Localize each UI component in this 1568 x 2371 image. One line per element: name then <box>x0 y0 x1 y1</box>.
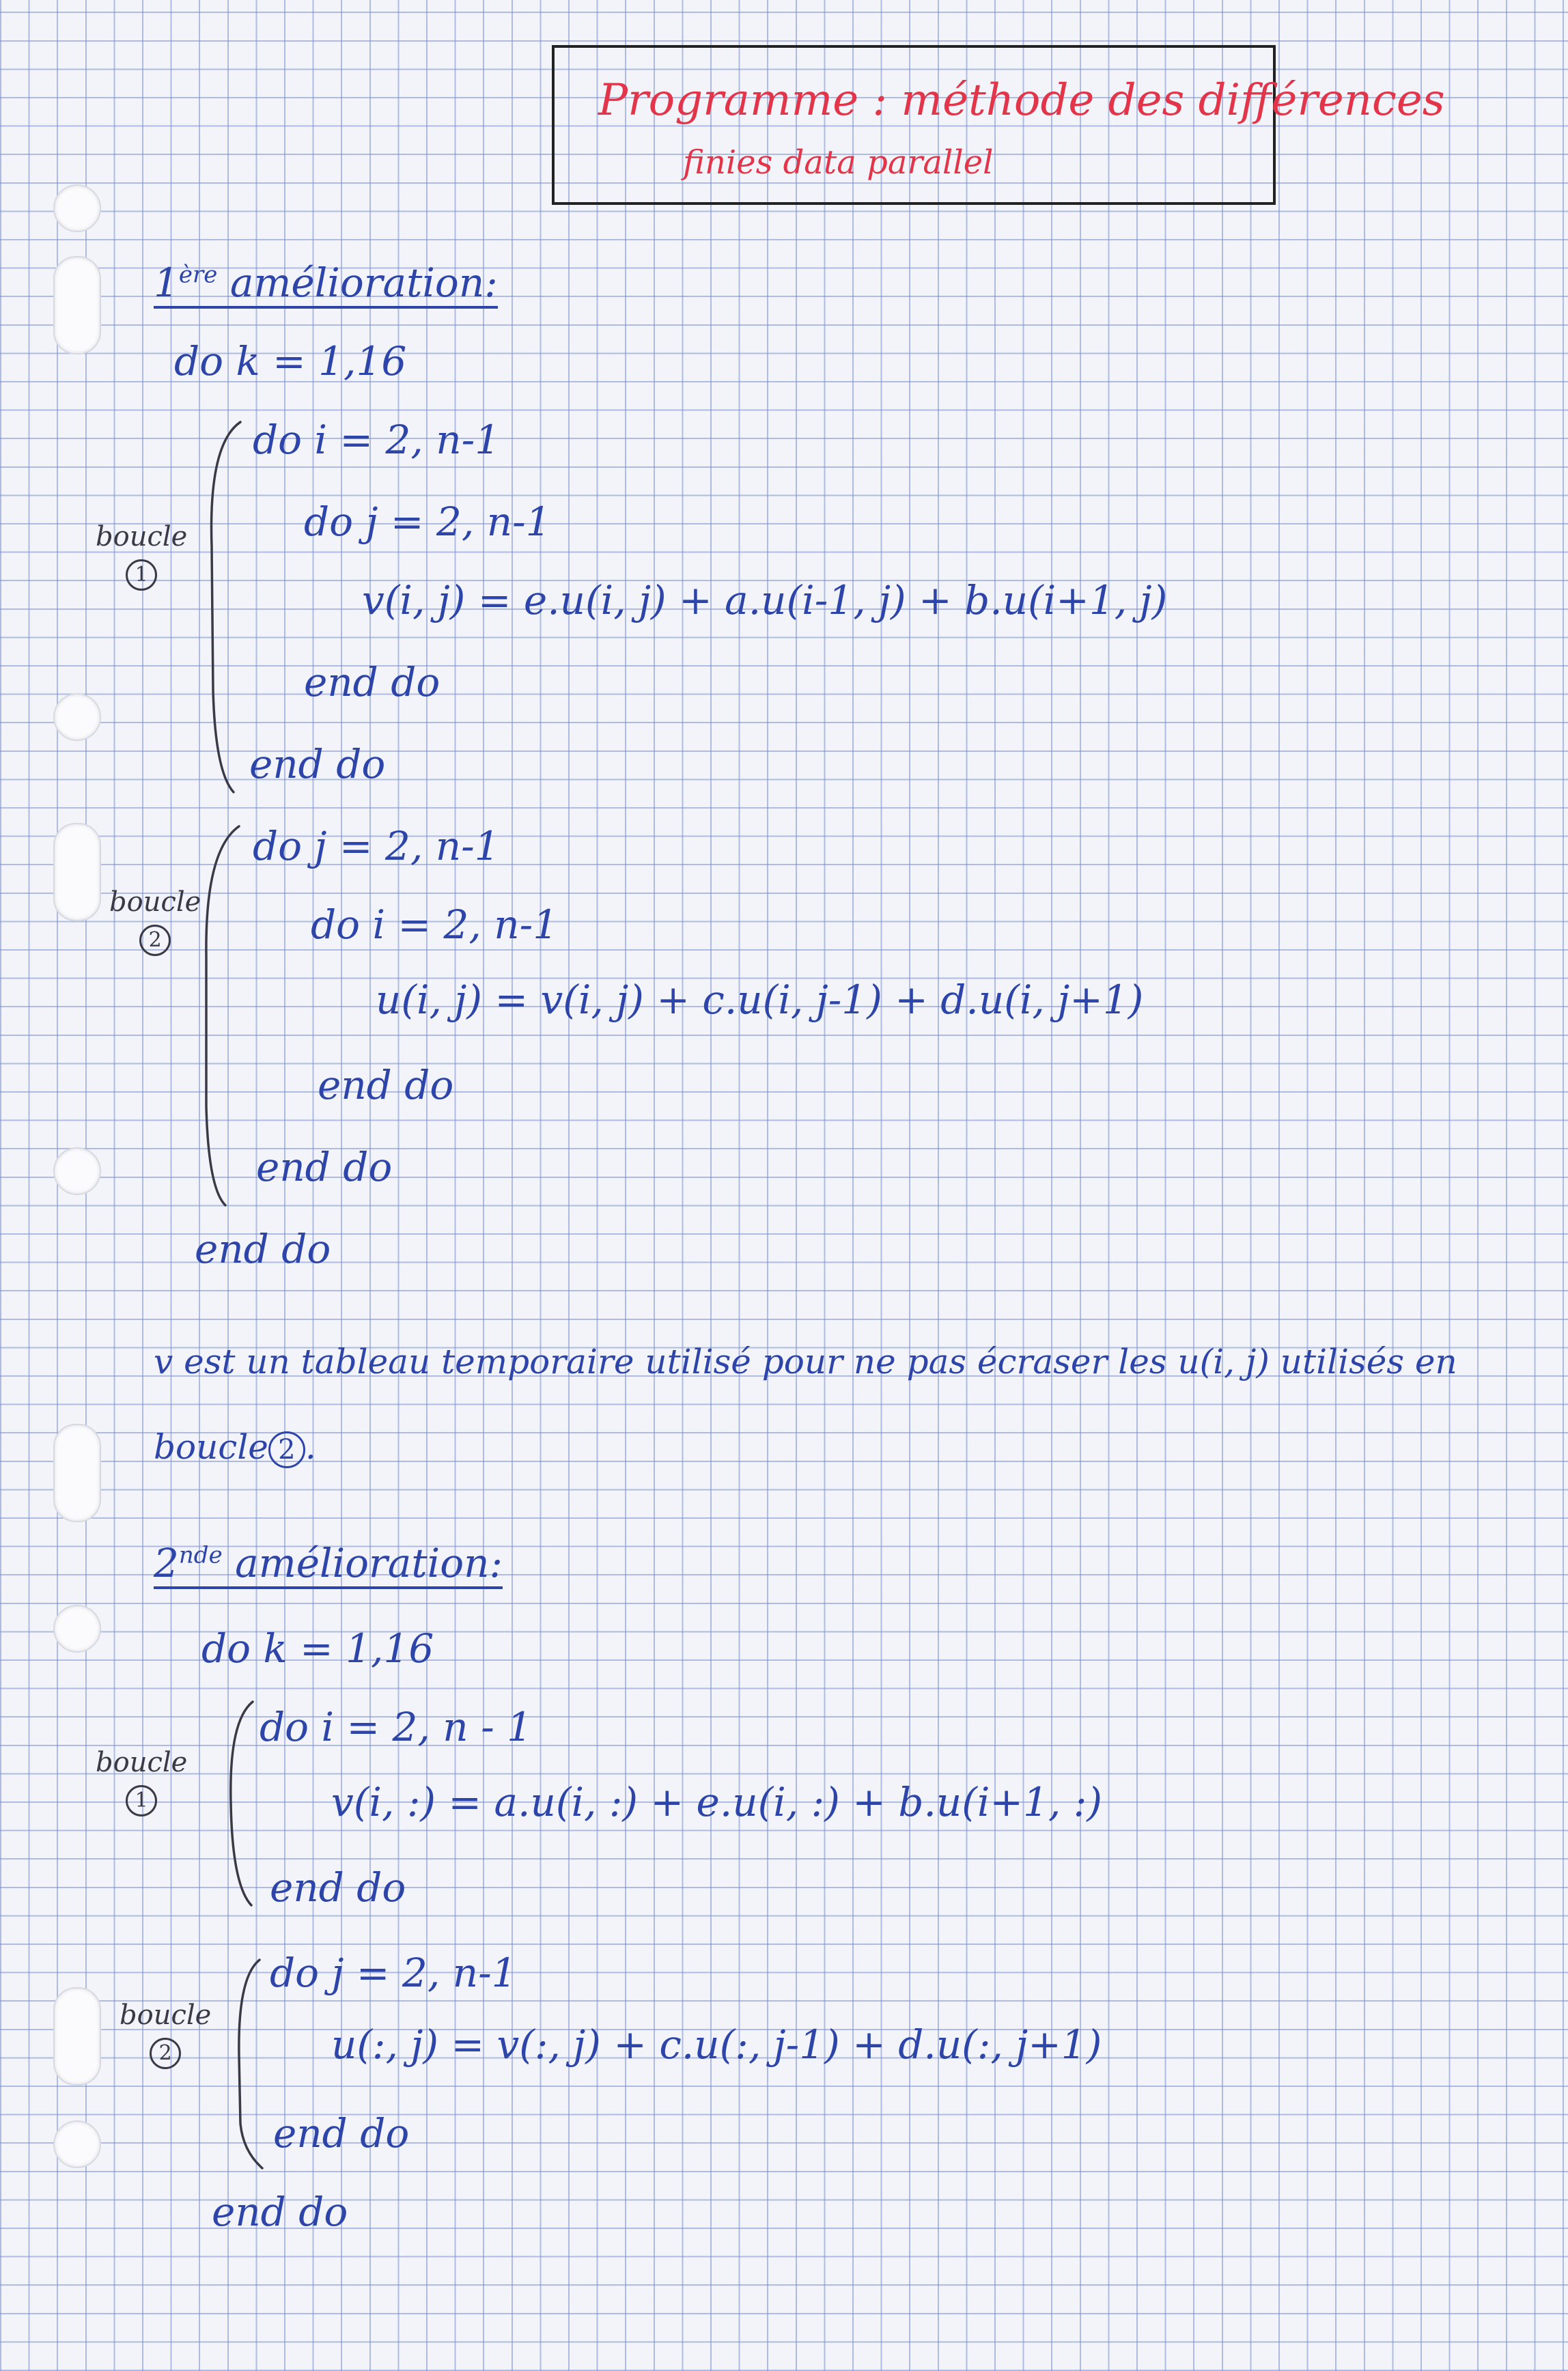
s2-loop2-line3: end do <box>273 2110 410 2157</box>
s1-loop1-line4: end do <box>304 659 440 705</box>
section1-outer-do: do k = 1,16 <box>174 338 407 384</box>
s1-loop2-line1: do j = 2, n-1 <box>253 823 500 869</box>
bracket-loop2-s2 <box>238 1959 264 2170</box>
section2-outer-do: do k = 1,16 <box>201 1625 434 1672</box>
section2-heading: 2nde amélioration: <box>154 1540 503 1589</box>
loop2-label-text: boucle <box>109 886 201 918</box>
section1-heading-sup: ère <box>178 261 218 289</box>
section1-heading: 1ère amélioration: <box>154 259 498 309</box>
section1-outer-end: end do <box>195 1226 331 1272</box>
s2-loop1-line3: end do <box>270 1864 406 1911</box>
section2-heading-number: 2 <box>154 1540 179 1586</box>
s2-loop1-line1: do i = 2, n - 1 <box>260 1704 533 1750</box>
loop2-label-s2: boucle 2 <box>120 1997 211 2069</box>
s1-loop1-line3: v(i, j) = e.u(i, j) + a.u(i-1, j) + b.u(… <box>362 577 1168 623</box>
s1-loop2-line4: end do <box>318 1062 454 1108</box>
bracket-loop1-s2 <box>229 1700 254 1907</box>
paragraph-line2-text: boucle <box>154 1427 268 1467</box>
loop2-label-text: boucle <box>120 2000 212 2031</box>
s2-loop2-line1: do j = 2, n-1 <box>270 1950 517 1996</box>
section1-heading-number: 1 <box>154 259 179 306</box>
paragraph-line1: v est un tableau temporaire utilisé pour… <box>154 1342 1457 1381</box>
s1-loop1-line2: do j = 2, n-1 <box>304 499 551 545</box>
s2-loop2-line2: u(:, j) = v(:, j) + c.u(:, j-1) + d.u(:,… <box>331 2021 1102 2068</box>
s1-loop2-line2: do i = 2, n-1 <box>311 901 559 948</box>
section2-heading-sup: nde <box>178 1541 223 1569</box>
s1-loop1-line5: end do <box>249 741 386 787</box>
loop1-label-text: boucle <box>96 521 188 552</box>
s1-loop2-line5: end do <box>256 1144 393 1190</box>
s1-loop2-line3: u(i, j) = v(i, j) + c.u(i, j-1) + d.u(i,… <box>376 977 1144 1023</box>
paragraph-loop-number: 2 <box>268 1431 305 1468</box>
loop1-label-s1: boucle 1 <box>96 519 187 591</box>
loop2-number-circle: 2 <box>150 2038 182 2069</box>
section1-heading-text: amélioration: <box>229 259 498 306</box>
bracket-loop1-s1 <box>210 421 242 794</box>
loop2-label-s1: boucle 2 <box>109 884 201 956</box>
loop2-number-circle: 2 <box>139 925 171 956</box>
s1-loop1-line1: do i = 2, n-1 <box>253 417 501 463</box>
section2-heading-text: amélioration: <box>235 1540 503 1586</box>
loop1-number-circle: 1 <box>126 559 158 591</box>
loop1-label-s2: boucle 1 <box>96 1745 187 1816</box>
section2-outer-end: end do <box>212 2189 348 2235</box>
bracket-loop2-s1 <box>205 825 240 1207</box>
s2-loop1-line2: v(i, :) = a.u(i, :) + e.u(i, :) + b.u(i+… <box>331 1779 1102 1825</box>
loop1-number-circle: 1 <box>126 1785 158 1816</box>
paragraph-line2-end: . <box>305 1427 316 1467</box>
paragraph-line2: boucle 2. <box>154 1427 316 1468</box>
loop1-label-text: boucle <box>96 1747 188 1778</box>
